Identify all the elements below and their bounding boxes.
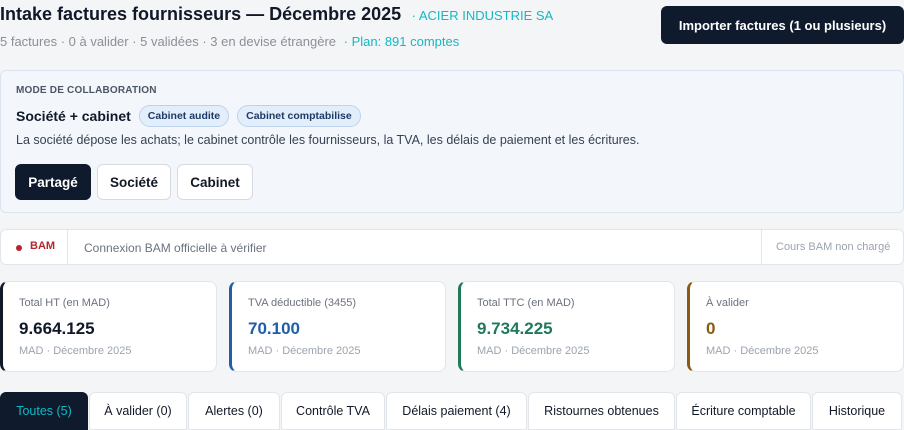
kpi-a-valider: À valider 0 MAD · Décembre 2025 (687, 281, 904, 372)
collaboration-description: La société dépose les achats; le cabinet… (16, 133, 640, 147)
invoice-summary: 5 factures · 0 à valider · 5 validées · … (0, 34, 337, 49)
mode-societe-button[interactable]: Société (97, 164, 171, 200)
kpi-value: 70.100 (248, 319, 300, 338)
company-name: · ACIER INDUSTRIE SA (411, 8, 554, 23)
kpi-label: À valider (706, 297, 749, 309)
collaboration-heading: MODE DE COLLABORATION (16, 85, 157, 96)
mode-row: Société + cabinet Cabinet audite Cabinet… (16, 105, 369, 127)
kpi-subtitle: MAD · Décembre 2025 (19, 345, 132, 357)
bam-status-bar: BAM Connexion BAM officielle à vérifier … (0, 229, 904, 265)
kpi-total-ttc: Total TTC (en MAD) 9.734.225 MAD · Décem… (458, 281, 675, 372)
plan-info: · Plan: 891 comptes (343, 34, 460, 49)
tab-toutes[interactable]: Toutes (5) (0, 392, 88, 430)
kpi-label: Total HT (en MAD) (19, 297, 110, 309)
tag-cabinet-comptabilise: Cabinet comptabilise (237, 105, 361, 127)
bam-label: BAM (30, 240, 56, 252)
kpi-subtitle: MAD · Décembre 2025 (477, 345, 590, 357)
tab-alertes[interactable]: Alertes (0) (188, 392, 280, 430)
kpi-subtitle: MAD · Décembre 2025 (248, 345, 361, 357)
tab-a-valider[interactable]: À valider (0) (89, 392, 187, 430)
bam-rate-status: Cours BAM non chargé (776, 241, 891, 253)
tab-delais-paiement[interactable]: Délais paiement (4) (386, 392, 527, 430)
tab-historique[interactable]: Historique (812, 392, 902, 430)
mode-cabinet-button[interactable]: Cabinet (177, 164, 253, 200)
kpi-subtitle: MAD · Décembre 2025 (706, 345, 819, 357)
kpi-value: 9.734.225 (477, 319, 553, 338)
page-header: Intake factures fournisseurs — Décembre … (0, 0, 904, 60)
tab-controle-tva[interactable]: Contrôle TVA (281, 392, 385, 430)
tag-cabinet-audite: Cabinet audite (138, 105, 230, 127)
title-line: Intake factures fournisseurs — Décembre … (0, 4, 553, 25)
page-title: Intake factures fournisseurs — Décembre … (0, 4, 402, 24)
kpi-value: 0 (706, 319, 716, 338)
divider (67, 230, 68, 264)
kpi-value: 9.664.125 (19, 319, 95, 338)
kpi-label: TVA déductible (3455) (248, 297, 357, 309)
kpi-label: Total TTC (en MAD) (477, 297, 575, 309)
collaboration-panel: MODE DE COLLABORATION Société + cabinet … (0, 70, 904, 213)
tab-ristournes[interactable]: Ristournes obtenues (528, 392, 675, 430)
summary-line: 5 factures · 0 à valider · 5 validées · … (0, 34, 459, 49)
kpi-tva-deductible: TVA déductible (3455) 70.100 MAD · Décem… (229, 281, 446, 372)
kpi-total-ht: Total HT (en MAD) 9.664.125 MAD · Décemb… (0, 281, 217, 372)
import-invoices-button[interactable]: Importer factures (1 ou plusieurs) (661, 6, 904, 44)
tab-bar: Toutes (5) À valider (0) Alertes (0) Con… (0, 392, 904, 430)
mode-name: Société + cabinet (16, 108, 131, 124)
bam-connection-status: Connexion BAM officielle à vérifier (84, 241, 267, 255)
tab-ecriture-comptable[interactable]: Écriture comptable (676, 392, 811, 430)
mode-partage-button[interactable]: Partagé (15, 164, 91, 200)
bam-status-dot (16, 245, 22, 251)
divider (761, 230, 762, 264)
